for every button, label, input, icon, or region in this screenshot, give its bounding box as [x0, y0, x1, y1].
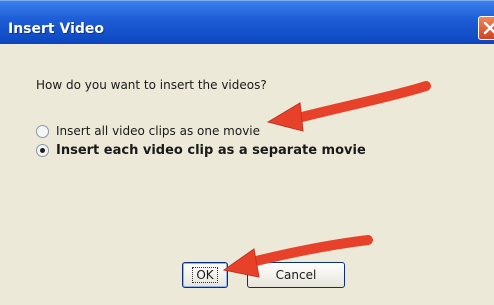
- insert-video-dialog: Insert Video How do you want to insert t…: [0, 0, 494, 305]
- ok-button-label: OK: [192, 267, 218, 283]
- prompt-text: How do you want to insert the videos?: [36, 78, 267, 92]
- dialog-body: How do you want to insert the videos? In…: [0, 44, 494, 305]
- radio-one-movie[interactable]: [36, 124, 49, 138]
- cancel-button-label: Cancel: [275, 268, 317, 282]
- option-one-movie[interactable]: Insert all video clips as one movie: [36, 124, 260, 138]
- title-bar[interactable]: Insert Video: [0, 0, 494, 44]
- option-one-movie-label: Insert all video clips as one movie: [56, 124, 261, 138]
- window-title: Insert Video: [8, 21, 104, 37]
- close-button[interactable]: [478, 16, 494, 40]
- option-separate-movies-label: Insert each video clip as a separate mov…: [56, 143, 366, 158]
- radio-separate-movies[interactable]: [36, 144, 49, 157]
- cancel-button[interactable]: Cancel: [247, 262, 345, 288]
- close-icon: [483, 21, 494, 35]
- option-separate-movies[interactable]: Insert each video clip as a separate mov…: [36, 143, 366, 158]
- ok-button[interactable]: OK: [182, 262, 228, 288]
